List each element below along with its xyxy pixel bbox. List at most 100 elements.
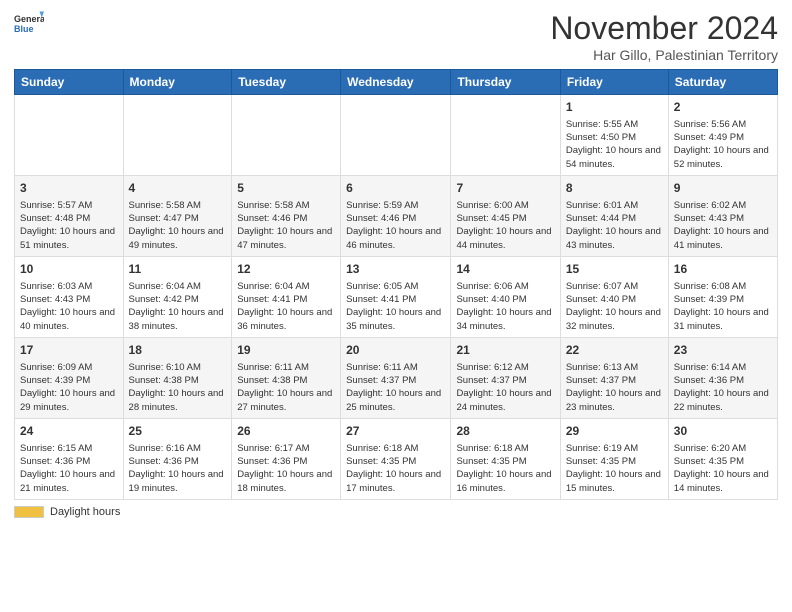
calendar-cell: 20 Sunrise: 6:11 AM Sunset: 4:37 PM Dayli… <box>341 337 451 418</box>
day-info: Sunrise: 6:02 AM Sunset: 4:43 PM Dayligh… <box>674 199 772 252</box>
calendar-week-2: 10 Sunrise: 6:03 AM Sunset: 4:43 PM Dayli… <box>15 256 778 337</box>
legend-label: Daylight hours <box>50 506 120 518</box>
day-number: 15 <box>566 261 663 278</box>
day-number: 24 <box>20 423 118 440</box>
day-number: 5 <box>237 180 335 197</box>
calendar-cell: 12Sunrise: 6:04 AM Sunset: 4:41 PM Dayli… <box>232 256 341 337</box>
page: General Blue November 2024 Har Gillo, Pa… <box>0 0 792 612</box>
calendar-cell: 16Sunrise: 6:08 AM Sunset: 4:39 PM Dayli… <box>668 256 777 337</box>
calendar-cell: 13Sunrise: 6:05 AM Sunset: 4:41 PM Dayli… <box>341 256 451 337</box>
calendar-cell <box>341 95 451 176</box>
day-info: Sunrise: 6:05 AM Sunset: 4:41 PM Dayligh… <box>346 280 445 333</box>
day-number: 20 <box>346 342 445 359</box>
col-monday: Monday <box>123 70 232 95</box>
calendar-cell <box>232 95 341 176</box>
calendar-cell: 17 Sunrise: 6:09 AM Sunset: 4:39 PM Dayli… <box>15 337 124 418</box>
title-block: November 2024 Har Gillo, Palestinian Ter… <box>550 10 778 63</box>
day-info: Sunrise: 6:07 AM Sunset: 4:40 PM Dayligh… <box>566 280 663 333</box>
day-info: Sunrise: 6:10 AM Sunset: 4:38 PM Dayligh… <box>129 361 227 414</box>
day-number: 7 <box>456 180 554 197</box>
logo: General Blue <box>14 10 44 40</box>
day-number: 23 <box>674 342 772 359</box>
col-wednesday: Wednesday <box>341 70 451 95</box>
calendar-cell <box>123 95 232 176</box>
calendar-cell: 28 Sunrise: 6:18 AM Sunset: 4:35 PM Dayli… <box>451 418 560 499</box>
day-info: Sunrise: 5:58 AM Sunset: 4:46 PM Dayligh… <box>237 199 335 252</box>
calendar-cell: 10 Sunrise: 6:03 AM Sunset: 4:43 PM Dayli… <box>15 256 124 337</box>
calendar-cell: 1 Sunrise: 5:55 AM Sunset: 4:50 PM Daylig… <box>560 95 668 176</box>
day-info: Sunrise: 6:19 AM Sunset: 4:35 PM Dayligh… <box>566 442 663 495</box>
calendar-cell <box>15 95 124 176</box>
day-number: 27 <box>346 423 445 440</box>
day-info: Sunrise: 6:15 AM Sunset: 4:36 PM Dayligh… <box>20 442 118 495</box>
day-number: 6 <box>346 180 445 197</box>
calendar-week-3: 17 Sunrise: 6:09 AM Sunset: 4:39 PM Dayli… <box>15 337 778 418</box>
day-number: 25 <box>129 423 227 440</box>
day-number: 14 <box>456 261 554 278</box>
calendar-cell: 3 Sunrise: 5:57 AM Sunset: 4:48 PM Daylig… <box>15 175 124 256</box>
day-info: Sunrise: 6:01 AM Sunset: 4:44 PM Dayligh… <box>566 199 663 252</box>
day-info: Sunrise: 5:55 AM Sunset: 4:50 PM Dayligh… <box>566 118 663 171</box>
day-info: Sunrise: 5:59 AM Sunset: 4:46 PM Dayligh… <box>346 199 445 252</box>
calendar-cell: 7 Sunrise: 6:00 AM Sunset: 4:45 PM Daylig… <box>451 175 560 256</box>
col-saturday: Saturday <box>668 70 777 95</box>
legend-color <box>14 506 44 518</box>
calendar-cell: 8 Sunrise: 6:01 AM Sunset: 4:44 PM Daylig… <box>560 175 668 256</box>
day-info: Sunrise: 6:20 AM Sunset: 4:35 PM Dayligh… <box>674 442 772 495</box>
day-info: Sunrise: 6:11 AM Sunset: 4:37 PM Dayligh… <box>346 361 445 414</box>
svg-text:Blue: Blue <box>14 24 34 34</box>
day-info: Sunrise: 6:13 AM Sunset: 4:37 PM Dayligh… <box>566 361 663 414</box>
day-number: 22 <box>566 342 663 359</box>
day-number: 29 <box>566 423 663 440</box>
day-number: 12 <box>237 261 335 278</box>
calendar-cell: 9Sunrise: 6:02 AM Sunset: 4:43 PM Daylig… <box>668 175 777 256</box>
calendar-cell: 18 Sunrise: 6:10 AM Sunset: 4:38 PM Dayli… <box>123 337 232 418</box>
day-number: 19 <box>237 342 335 359</box>
calendar-cell: 24 Sunrise: 6:15 AM Sunset: 4:36 PM Dayli… <box>15 418 124 499</box>
day-number: 8 <box>566 180 663 197</box>
calendar-cell: 6 Sunrise: 5:59 AM Sunset: 4:46 PM Daylig… <box>341 175 451 256</box>
col-tuesday: Tuesday <box>232 70 341 95</box>
header-row: Sunday Monday Tuesday Wednesday Thursday… <box>15 70 778 95</box>
day-info: Sunrise: 6:16 AM Sunset: 4:36 PM Dayligh… <box>129 442 227 495</box>
day-number: 3 <box>20 180 118 197</box>
day-number: 28 <box>456 423 554 440</box>
calendar-cell: 2Sunrise: 5:56 AM Sunset: 4:49 PM Daylig… <box>668 95 777 176</box>
day-number: 4 <box>129 180 227 197</box>
col-friday: Friday <box>560 70 668 95</box>
day-info: Sunrise: 6:17 AM Sunset: 4:36 PM Dayligh… <box>237 442 335 495</box>
day-info: Sunrise: 6:12 AM Sunset: 4:37 PM Dayligh… <box>456 361 554 414</box>
calendar-cell: 22 Sunrise: 6:13 AM Sunset: 4:37 PM Dayli… <box>560 337 668 418</box>
day-info: Sunrise: 6:18 AM Sunset: 4:35 PM Dayligh… <box>456 442 554 495</box>
calendar-cell: 11Sunrise: 6:04 AM Sunset: 4:42 PM Dayli… <box>123 256 232 337</box>
calendar-cell: 14Sunrise: 6:06 AM Sunset: 4:40 PM Dayli… <box>451 256 560 337</box>
day-info: Sunrise: 6:03 AM Sunset: 4:43 PM Dayligh… <box>20 280 118 333</box>
day-number: 30 <box>674 423 772 440</box>
day-info: Sunrise: 6:00 AM Sunset: 4:45 PM Dayligh… <box>456 199 554 252</box>
calendar-week-1: 3 Sunrise: 5:57 AM Sunset: 4:48 PM Daylig… <box>15 175 778 256</box>
calendar-cell: 23 Sunrise: 6:14 AM Sunset: 4:36 PM Dayli… <box>668 337 777 418</box>
calendar-cell: 4 Sunrise: 5:58 AM Sunset: 4:47 PM Daylig… <box>123 175 232 256</box>
col-sunday: Sunday <box>15 70 124 95</box>
calendar-cell: 19Sunrise: 6:11 AM Sunset: 4:38 PM Dayli… <box>232 337 341 418</box>
calendar-week-0: 1 Sunrise: 5:55 AM Sunset: 4:50 PM Daylig… <box>15 95 778 176</box>
day-info: Sunrise: 5:58 AM Sunset: 4:47 PM Dayligh… <box>129 199 227 252</box>
day-number: 11 <box>129 261 227 278</box>
svg-text:General: General <box>14 14 44 24</box>
day-number: 18 <box>129 342 227 359</box>
calendar-cell: 15 Sunrise: 6:07 AM Sunset: 4:40 PM Dayli… <box>560 256 668 337</box>
day-info: Sunrise: 5:56 AM Sunset: 4:49 PM Dayligh… <box>674 118 772 171</box>
day-number: 17 <box>20 342 118 359</box>
day-number: 1 <box>566 99 663 116</box>
day-info: Sunrise: 6:09 AM Sunset: 4:39 PM Dayligh… <box>20 361 118 414</box>
calendar-table: Sunday Monday Tuesday Wednesday Thursday… <box>14 69 778 500</box>
day-number: 26 <box>237 423 335 440</box>
logo-icon: General Blue <box>14 10 44 40</box>
calendar-cell: 30 Sunrise: 6:20 AM Sunset: 4:35 PM Dayli… <box>668 418 777 499</box>
calendar-body: 1 Sunrise: 5:55 AM Sunset: 4:50 PM Daylig… <box>15 95 778 500</box>
day-info: Sunrise: 6:14 AM Sunset: 4:36 PM Dayligh… <box>674 361 772 414</box>
day-number: 16 <box>674 261 772 278</box>
day-number: 10 <box>20 261 118 278</box>
day-number: 21 <box>456 342 554 359</box>
day-info: Sunrise: 5:57 AM Sunset: 4:48 PM Dayligh… <box>20 199 118 252</box>
